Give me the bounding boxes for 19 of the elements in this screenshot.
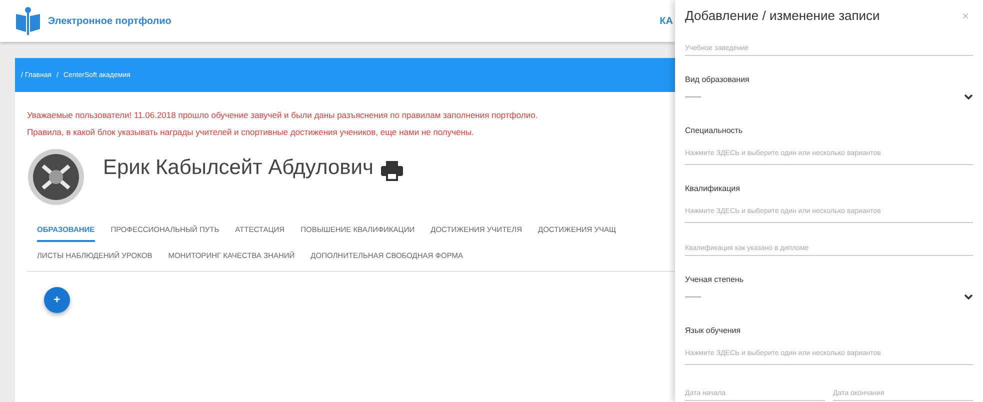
chevron-down-icon [964,94,973,100]
field-label: Вид образования [685,75,750,84]
notice-text: Уважаемые пользователи! 11.06.2018 прошло обучение завучей и были даны разъяснения по правилам заполнения портфолио. [27,110,539,121]
notice-text: Правила, в какой блок указывать награды учителей и спортивные достижения учеников, еще нами не получены. [27,127,475,138]
select-field[interactable]: —— [685,284,973,307]
profile-name: Ерик Кабылсейт Абдулович [103,156,374,180]
add-button[interactable]: + [44,287,70,313]
select-field[interactable]: —— [685,84,973,107]
book-logo-icon [14,6,42,36]
chevron-down-icon [964,294,973,300]
field-label: Специальность [685,126,744,135]
nav-link[interactable]: КА [660,16,673,26]
emblem-icon [27,148,85,206]
field-label: Квалификация [685,184,741,193]
field-label: Язык обучения [685,326,742,335]
printer-icon[interactable] [381,161,404,181]
app-title: Электронное портфолио [48,16,172,26]
panel-title: Добавление / изменение записи [685,8,880,23]
field-label: Ученая степень [685,275,745,284]
